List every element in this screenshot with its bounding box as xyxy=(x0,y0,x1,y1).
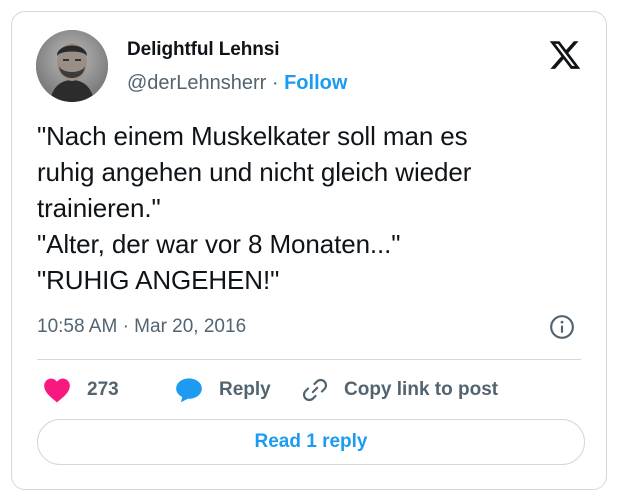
follow-button[interactable]: Follow xyxy=(284,72,347,94)
read-replies-label: Read 1 reply xyxy=(254,431,368,452)
tweet-text: "Nach einem Muskelkater soll man es ruhi… xyxy=(37,121,472,295)
handle-separator: · xyxy=(271,72,279,94)
reply-button[interactable]: Reply xyxy=(175,374,271,406)
info-icon[interactable] xyxy=(549,314,575,340)
x-logo-icon[interactable] xyxy=(548,38,582,72)
tweet-card: Delightful Lehnsi @derLehnsherr · Follow… xyxy=(11,11,607,490)
action-bar: 273 Reply Copy link to post xyxy=(37,374,587,406)
link-icon xyxy=(302,378,328,402)
speech-bubble-icon xyxy=(176,378,202,403)
tweet-date[interactable]: Mar 20, 2016 xyxy=(134,316,246,337)
read-replies-button[interactable]: Read 1 reply xyxy=(37,419,585,465)
author-handle[interactable]: @derLehnsherr xyxy=(127,72,266,94)
reply-label: Reply xyxy=(219,379,271,400)
timestamp-separator: · xyxy=(122,316,129,337)
copy-link-button[interactable]: Copy link to post xyxy=(302,374,498,406)
like-button[interactable]: 273 xyxy=(43,374,119,406)
copy-link-label: Copy link to post xyxy=(344,379,499,400)
divider xyxy=(37,359,581,360)
avatar-photo xyxy=(36,30,108,102)
author-name[interactable]: Delightful Lehnsi xyxy=(127,39,280,61)
heart-icon xyxy=(44,378,70,403)
author-handle-row: @derLehnsherr · Follow xyxy=(127,72,347,95)
tweet-time[interactable]: 10:58 AM xyxy=(37,316,117,337)
avatar[interactable] xyxy=(36,30,108,102)
like-count: 273 xyxy=(87,379,119,400)
timestamp-row: 10:58 AM · Mar 20, 2016 xyxy=(37,316,246,338)
